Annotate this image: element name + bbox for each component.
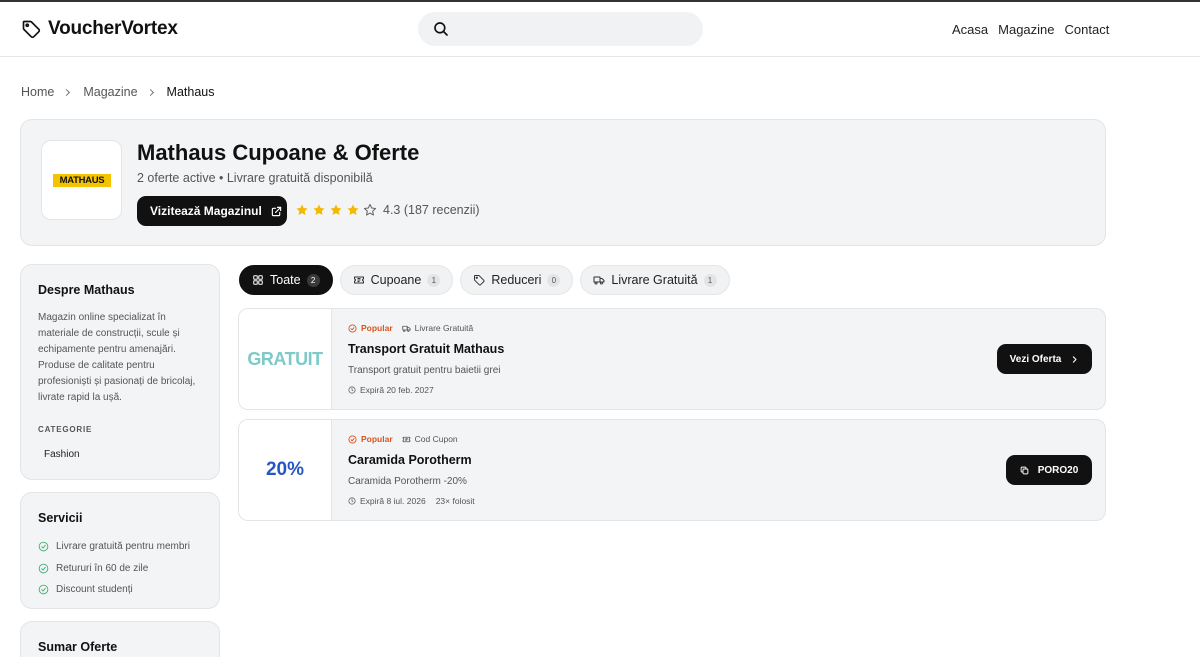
service-item: Discount studenți (38, 579, 190, 601)
view-offer-label: Vezi Oferta (1009, 353, 1062, 365)
star-empty-icon (363, 203, 377, 216)
nav-acasa[interactable]: Acasa (952, 22, 988, 37)
copy-icon (1020, 466, 1029, 474)
check-circle-icon (348, 323, 357, 333)
store-title: Mathaus Cupoane & Oferte (137, 140, 420, 165)
truck-icon (593, 276, 605, 285)
offer-type-tag: Cod Cupon (402, 434, 458, 444)
tab-count: 1 (703, 273, 717, 287)
offer-badge-text: 20% (265, 459, 305, 480)
nav-magazine[interactable]: Magazine (998, 22, 1054, 37)
check-circle-icon (38, 584, 49, 595)
tab-cupoane[interactable]: Cupoane 1 (339, 265, 454, 295)
store-logo: MATHAUS (41, 140, 122, 220)
services-title: Servicii (38, 511, 83, 525)
services-card: Servicii Livrare gratuită pentru membri … (20, 492, 220, 609)
tab-label: Toate (270, 273, 301, 287)
grid-icon (253, 275, 263, 285)
visit-store-label: Vizitează Magazinul (150, 204, 262, 218)
offer-type-tag: Livrare Gratuită (401, 323, 473, 333)
chevron-right-icon (1073, 355, 1077, 363)
check-circle-icon (348, 434, 357, 444)
breadcrumb-current: Mathaus (166, 85, 215, 99)
check-circle-icon (38, 541, 49, 552)
summary-title: Sumar Oferte (38, 640, 118, 654)
offer-expiry: Expiră 20 feb. 2027 (348, 385, 434, 395)
offer-meta: Expiră 8 iul. 2026 23× folosit (348, 496, 475, 506)
tab-label: Livrare Gratuită (611, 273, 698, 287)
tag-icon (474, 275, 485, 286)
truck-icon (401, 325, 411, 332)
brand-name: VoucherVortex (48, 18, 178, 39)
services-list: Livrare gratuită pentru membri Retururi … (38, 536, 190, 601)
breadcrumb-magazine[interactable]: Magazine (83, 85, 137, 99)
search-input[interactable] (460, 12, 690, 46)
offer-badge: GRATUIT (239, 309, 332, 409)
tab-count: 1 (427, 273, 441, 287)
service-item: Livrare gratuită pentru membri (38, 536, 190, 558)
offer-usage-count: 23× folosit (435, 496, 475, 506)
filter-tabs: Toate 2 Cupoane 1 Reduceri 0 Livrare Gra… (239, 265, 730, 295)
brand-logo[interactable]: VoucherVortex (21, 18, 178, 40)
tab-label: Cupoane (370, 273, 422, 287)
offer-description: Caramida Porotherm -20% (348, 476, 467, 487)
rating-text: 4.3 (187 recenzii) (383, 203, 480, 217)
clock-icon (348, 497, 356, 505)
nav-contact[interactable]: Contact (1065, 22, 1110, 37)
popular-tag: Popular (348, 434, 393, 444)
offer-expiry: Expiră 8 iul. 2026 (348, 496, 426, 506)
clock-icon (348, 386, 356, 394)
offer-description: Transport gratuit pentru baietii grei (348, 365, 501, 376)
tab-reduceri[interactable]: Reduceri 0 (460, 265, 574, 295)
visit-store-button[interactable]: Vizitează Magazinul (137, 196, 287, 226)
copy-code-button[interactable]: PORO20 (1006, 455, 1092, 485)
tab-livrare-gratuita[interactable]: Livrare Gratuită 1 (580, 265, 730, 295)
category-heading: CATEGORIE (38, 425, 93, 434)
search-bar[interactable] (418, 12, 703, 46)
summary-card: Sumar Oferte (20, 621, 220, 657)
popular-tag: Popular (348, 323, 393, 333)
site-header: VoucherVortex Acasa Magazine Contact (0, 2, 1200, 57)
check-circle-icon (38, 563, 49, 574)
chevron-right-icon (63, 88, 71, 96)
tab-count: 0 (547, 273, 561, 287)
tag-logo-icon (22, 20, 41, 39)
offer-title: Transport Gratuit Mathaus (348, 342, 505, 356)
about-title: Despre Mathaus (38, 283, 135, 297)
ticket-icon (353, 276, 364, 284)
offer-card: GRATUIT Popular Livrare Gratuită Transpo… (238, 308, 1106, 410)
mathaus-logo: MATHAUS (53, 174, 111, 187)
breadcrumb: Home Magazine Mathaus (21, 85, 215, 99)
star-filled-icon (347, 204, 359, 216)
star-filled-icon (330, 204, 342, 216)
ticket-icon (402, 436, 410, 442)
main-nav: Acasa Magazine Contact (952, 22, 1109, 37)
chevron-right-icon (146, 88, 154, 96)
offer-badge: 20% (239, 420, 332, 520)
star-filled-icon (296, 204, 308, 216)
view-offer-button[interactable]: Vezi Oferta (997, 344, 1092, 374)
breadcrumb-home[interactable]: Home (21, 85, 54, 99)
about-description: Magazin online specializat în materiale … (38, 312, 196, 403)
external-link-icon (271, 206, 282, 216)
store-hero: MATHAUS Mathaus Cupoane & Oferte 2 ofert… (20, 119, 1106, 246)
store-subtitle: 2 oferte active • Livrare gratuită dispo… (137, 171, 373, 185)
tab-label: Reduceri (491, 273, 542, 287)
tab-toate[interactable]: Toate 2 (239, 265, 333, 295)
rating: 4.3 (187 recenzii) (295, 203, 480, 217)
coupon-code: PORO20 (1037, 464, 1079, 476)
offer-title: Caramida Porotherm (348, 453, 472, 467)
star-filled-icon (313, 204, 325, 216)
offer-card: 20% Popular Cod Cupon Caramida Porotherm… (238, 419, 1106, 521)
offer-tags: Popular Livrare Gratuită (348, 323, 473, 333)
service-item: Retururi în 60 de zile (38, 558, 190, 580)
tab-count: 2 (306, 273, 320, 287)
offer-meta: Expiră 20 feb. 2027 (348, 385, 434, 395)
search-icon (434, 22, 448, 36)
offer-badge-text: GRATUIT (247, 348, 323, 369)
offer-tags: Popular Cod Cupon (348, 434, 458, 444)
category-value[interactable]: Fashion (44, 449, 80, 460)
about-card: Despre Mathaus Magazin online specializa… (20, 264, 220, 480)
